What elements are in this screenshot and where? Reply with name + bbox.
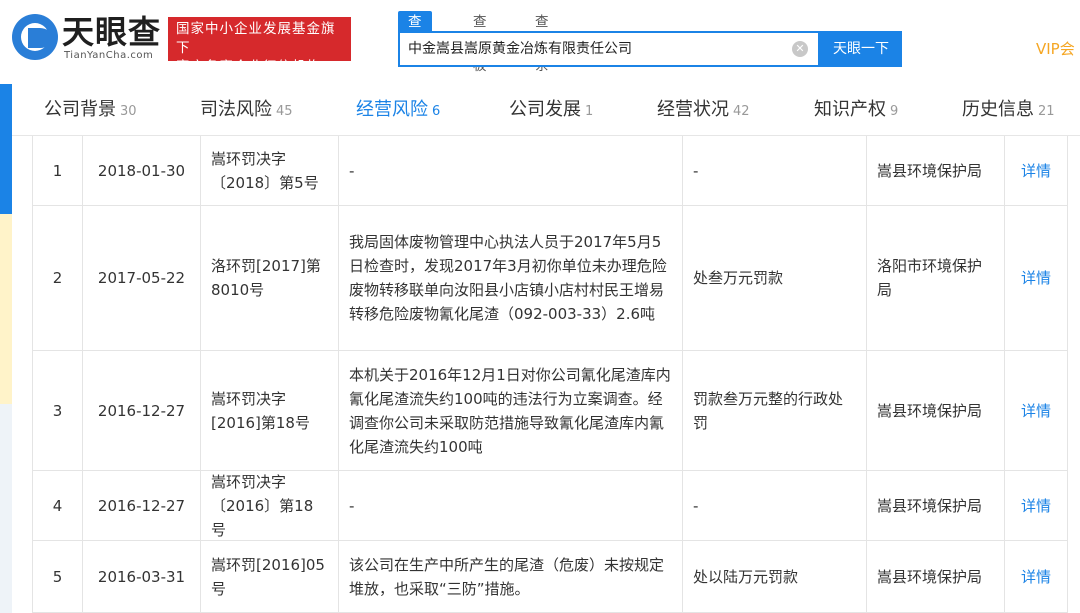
- nav-item-label: 公司发展: [509, 99, 581, 120]
- detail-link[interactable]: 详情: [1005, 206, 1067, 350]
- nav-item-judicial-risk[interactable]: 司法风险 45: [200, 84, 293, 136]
- decision-authority: 嵩县环境保护局: [867, 471, 1005, 540]
- decision-authority: 嵩县环境保护局: [867, 541, 1005, 612]
- badge-line-2: 官方备案企业征信机构: [176, 59, 321, 75]
- document-number: 嵩环罚决字〔2018〕第5号: [201, 136, 339, 205]
- table-row: 4 2016-12-27 嵩环罚决字〔2016〕第18号 - - 嵩县环境保护局…: [33, 471, 1067, 541]
- detail-link[interactable]: 详情: [1005, 541, 1067, 612]
- violation-content: 该公司在生产中所产生的尾渣（危废）未按规定堆放，也采取“三防”措施。: [339, 541, 683, 612]
- search-input[interactable]: 中金嵩县嵩原黄金冶炼有限责任公司 ✕: [398, 31, 820, 67]
- table-row: 1 2018-01-30 嵩环罚决字〔2018〕第5号 - - 嵩县环境保护局 …: [33, 136, 1067, 206]
- nav-item-intellectual-property[interactable]: 知识产权 9: [814, 84, 898, 136]
- row-index: 1: [33, 136, 83, 205]
- nav-item-count: 1: [585, 104, 594, 119]
- logo-text: 天眼查: [62, 13, 162, 51]
- nav-item-label: 司法风险: [200, 99, 272, 120]
- violation-content: -: [339, 136, 683, 205]
- decision-date: 2016-12-27: [83, 471, 201, 540]
- penalty-content: 处以陆万元罚款: [683, 541, 867, 612]
- search-button[interactable]: 天眼一下: [820, 31, 902, 67]
- category-nav: 公司背景 30 司法风险 45 经营风险 6 公司发展 1 经营状况 42 知识产权 9 历…: [12, 84, 1080, 136]
- nav-item-count: 21: [1038, 104, 1055, 119]
- nav-item-count: 30: [120, 104, 137, 119]
- table-row: 2 2017-05-22 洛环罚[2017]第8010号 我局固体废物管理中心执…: [33, 206, 1067, 351]
- violation-content: -: [339, 471, 683, 540]
- nav-item-company-background[interactable]: 公司背景 30: [44, 84, 137, 136]
- penalty-content: -: [683, 136, 867, 205]
- nav-item-count: 9: [890, 104, 899, 119]
- decision-date: 2016-12-27: [83, 351, 201, 470]
- logo-mark-icon: [12, 14, 58, 60]
- decision-date: 2018-01-30: [83, 136, 201, 205]
- table-row: 3 2016-12-27 嵩环罚决字[2016]第18号 本机关于2016年12…: [33, 351, 1067, 471]
- row-index: 3: [33, 351, 83, 470]
- decision-authority: 洛阳市环境保护局: [867, 206, 1005, 350]
- administrative-penalty-table: 1 2018-01-30 嵩环罚决字〔2018〕第5号 - - 嵩县环境保护局 …: [32, 136, 1068, 613]
- penalty-content: -: [683, 471, 867, 540]
- decision-date: 2017-05-22: [83, 206, 201, 350]
- row-index: 4: [33, 471, 83, 540]
- row-index: 5: [33, 541, 83, 612]
- decision-authority: 嵩县环境保护局: [867, 351, 1005, 470]
- detail-link[interactable]: 详情: [1005, 136, 1067, 205]
- penalty-content: 罚款叁万元整的行政处罚: [683, 351, 867, 470]
- nav-item-label: 经营风险: [356, 99, 428, 120]
- tab-search-company[interactable]: 查公司: [398, 11, 432, 74]
- decision-date: 2016-03-31: [83, 541, 201, 612]
- nav-item-operating-status[interactable]: 经营状况 42: [657, 84, 750, 136]
- nav-item-count: 6: [432, 104, 441, 119]
- nav-item-label: 公司背景: [44, 99, 116, 120]
- detail-link[interactable]: 详情: [1005, 351, 1067, 470]
- tianyancha-logo[interactable]: 天眼查 TianYanCha.com: [12, 12, 162, 64]
- row-index: 2: [33, 206, 83, 350]
- document-number: 嵩环罚决字〔2016〕第18号: [201, 471, 339, 540]
- nav-item-history[interactable]: 历史信息 21: [962, 84, 1055, 136]
- table-row: 5 2016-03-31 嵩环罚[2016]05号 该公司在生产中所产生的尾渣（…: [33, 541, 1067, 613]
- nav-item-label: 经营状况: [657, 99, 729, 120]
- nav-item-count: 45: [276, 104, 293, 119]
- badge-line-1: 国家中小企业发展基金旗下: [176, 21, 336, 56]
- vip-link[interactable]: VIP会: [1036, 38, 1075, 59]
- tab-search-boss[interactable]: 查老板: [473, 11, 487, 74]
- decision-authority: 嵩县环境保护局: [867, 136, 1005, 205]
- document-number: 洛环罚[2017]第8010号: [201, 206, 339, 350]
- violation-content: 我局固体废物管理中心执法人员于2017年5月5日检查时，发现2017年3月初你单…: [339, 206, 683, 350]
- search-input-value: 中金嵩县嵩原黄金冶炼有限责任公司: [408, 41, 632, 57]
- nav-item-label: 历史信息: [962, 99, 1034, 120]
- logo-domain: TianYanCha.com: [64, 50, 154, 61]
- tab-search-relation[interactable]: 查关系: [535, 11, 549, 74]
- side-strip-yellow: [0, 214, 12, 404]
- clear-icon[interactable]: ✕: [792, 41, 808, 57]
- site-header: 天眼查 TianYanCha.com 国家中小企业发展基金旗下 官方备案企业征信…: [0, 0, 1080, 84]
- nav-item-label: 知识产权: [814, 99, 886, 120]
- official-badge: 国家中小企业发展基金旗下 官方备案企业征信机构: [168, 17, 351, 75]
- side-strip: [0, 84, 12, 613]
- nav-item-company-development[interactable]: 公司发展 1: [509, 84, 593, 136]
- violation-content: 本机关于2016年12月1日对你公司氰化尾渣库内氰化尾渣流失约100吨的违法行为…: [339, 351, 683, 470]
- penalty-content: 处叁万元罚款: [683, 206, 867, 350]
- side-strip-blue: [0, 84, 12, 214]
- document-number: 嵩环罚决字[2016]第18号: [201, 351, 339, 470]
- nav-item-operating-risk[interactable]: 经营风险 6: [356, 84, 440, 136]
- document-number: 嵩环罚[2016]05号: [201, 541, 339, 612]
- nav-item-count: 42: [733, 104, 750, 119]
- detail-link[interactable]: 详情: [1005, 471, 1067, 540]
